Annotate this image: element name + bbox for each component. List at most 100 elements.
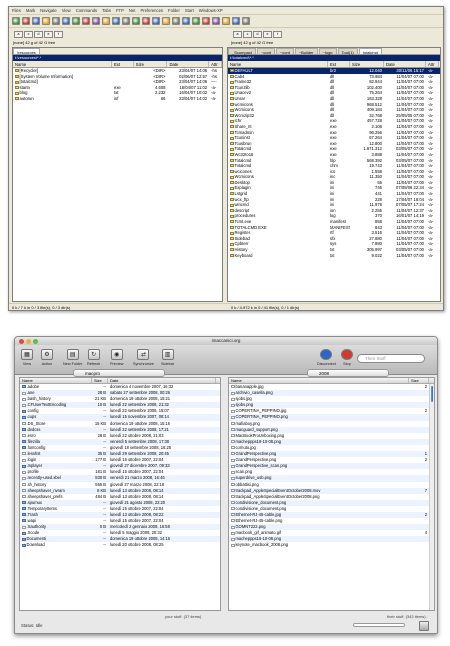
menu-item[interactable]: Mark (26, 8, 35, 13)
menu-item[interactable]: Windows-XP (199, 8, 223, 13)
toolbar-button[interactable] (222, 17, 230, 25)
column-header[interactable]: Size (134, 61, 168, 67)
column-header[interactable]: Date (384, 61, 426, 67)
menu-item[interactable]: Net (129, 8, 136, 13)
file-icon (22, 428, 26, 432)
column-header[interactable]: Size (409, 378, 429, 383)
drive-button[interactable]: d (253, 30, 262, 38)
column-header[interactable]: Name (20, 378, 92, 383)
menu-item[interactable]: FTP (116, 8, 124, 13)
file-icon (230, 248, 234, 252)
file-icon (230, 186, 234, 190)
trash-icon[interactable] (419, 621, 429, 631)
drive-button[interactable]: a (233, 30, 242, 38)
disconnect-button[interactable]: Disconnect (317, 349, 336, 366)
toolbar-button[interactable] (102, 17, 110, 25)
toolbar-button[interactable] (192, 17, 200, 25)
column-header[interactable]: Ext (112, 61, 134, 67)
file-icon (22, 397, 26, 401)
toolbar-button[interactable] (112, 17, 120, 25)
toolbar-new-folder-button[interactable]: ▤ New Folder (63, 349, 82, 366)
toolbar-button[interactable] (62, 17, 70, 25)
menu-item[interactable]: View (62, 8, 71, 13)
menu-item[interactable]: Navigate (40, 8, 57, 13)
toolbar-synchronize-button[interactable]: ⇄ Synchronize (133, 349, 154, 366)
toolbar-button[interactable] (142, 17, 150, 25)
toolbar-button[interactable] (202, 17, 210, 25)
file-row[interactable]: keynote_macbook_2008.png (229, 542, 434, 548)
toolbar-button[interactable] (82, 17, 90, 25)
column-header[interactable]: Attr (426, 61, 439, 67)
menu-item[interactable]: Tabs (102, 8, 111, 13)
drive-button[interactable]: t (273, 30, 282, 38)
toolbar-button[interactable] (92, 17, 100, 25)
file-row[interactable]: Download -- lunedì 20 ottobre 2008, 08:25 (20, 542, 220, 548)
scroll-thumb[interactable] (431, 386, 433, 402)
stop-button[interactable]: Stop (341, 349, 353, 366)
toolbar-button[interactable] (232, 17, 240, 25)
toolbar-button[interactable] (162, 17, 170, 25)
column-header[interactable]: Attr (209, 61, 222, 67)
drive-button[interactable]: c (24, 30, 33, 38)
drive-button[interactable]: a (14, 30, 23, 38)
toolbar-view-button[interactable]: ▦ View (21, 349, 33, 366)
column-header[interactable]: Date (108, 378, 216, 383)
toolbar-button[interactable] (22, 17, 30, 25)
drive-button[interactable]: d (34, 30, 43, 38)
left-panel: \resources t:\resources\*.* Name Ext Size D… (12, 47, 223, 302)
drive-button[interactable]: c (243, 30, 252, 38)
toolbar-button[interactable] (32, 17, 40, 25)
tab[interactable]: totalcmd (358, 48, 382, 55)
menu-item[interactable]: Files (12, 8, 21, 13)
menu-item[interactable]: Preferences (140, 8, 163, 13)
toolbar-button[interactable] (12, 17, 20, 25)
column-header[interactable]: Name (229, 378, 409, 383)
toolbar-refresh-button[interactable]: ↻ Refresh (87, 349, 100, 366)
drive-button[interactable]: e (44, 30, 53, 38)
drive-button[interactable]: e (263, 30, 272, 38)
tab[interactable]: Tool(1) (337, 48, 358, 55)
search-field[interactable]: Their Stuff (357, 354, 425, 363)
tab[interactable]: ~cont (275, 48, 294, 55)
column-header[interactable]: Ext (328, 61, 350, 67)
tab[interactable]: ~cont (257, 48, 275, 55)
right-location-popup[interactable]: 2008 (307, 369, 389, 377)
toolbar-button[interactable] (42, 17, 50, 25)
file-row[interactable]: autorun inf 66 23/04/07 14:02 -a- (13, 96, 222, 102)
toolbar-button[interactable] (182, 17, 190, 25)
menu-item[interactable]: Start (185, 8, 194, 13)
toolbar-preview-button[interactable]: ◉ Preview (110, 349, 124, 366)
toolbar-button[interactable] (122, 17, 130, 25)
left-location-popup[interactable]: macpro (73, 369, 165, 377)
column-header[interactable]: Size (350, 61, 384, 67)
toolbar-button[interactable] (152, 17, 160, 25)
tab[interactable]: \resources (13, 48, 40, 55)
tab[interactable]: _Scompact (228, 48, 257, 55)
toolbar-action-button[interactable]: ⚙ Action (41, 349, 53, 366)
column-header[interactable]: Size (92, 378, 108, 383)
title-bar: imaccanici.org (15, 337, 437, 345)
toolbar-button[interactable] (172, 17, 180, 25)
zoom-button[interactable] (33, 338, 38, 344)
menu-item[interactable]: Folder (168, 8, 180, 13)
column-header[interactable]: Name (228, 61, 328, 67)
drive-button[interactable]: t (54, 30, 63, 38)
file-icon (231, 403, 235, 407)
scrollbar[interactable] (429, 384, 434, 610)
minimize-button[interactable] (26, 338, 31, 344)
toolbar-button[interactable] (242, 17, 250, 25)
menu-item[interactable]: Commands (76, 8, 97, 13)
close-button[interactable] (19, 338, 24, 344)
column-header[interactable]: Date (167, 61, 210, 67)
toolbar-button[interactable] (72, 17, 80, 25)
right-pane-list: bananapple.jpg 2 archivio_casella.png sjobs… (229, 384, 434, 549)
toolbar-button[interactable] (132, 17, 140, 25)
toolbar-sidebar-button[interactable]: ▥ Sidebar (161, 349, 174, 366)
file-icon (231, 440, 235, 444)
toolbar-button[interactable] (52, 17, 60, 25)
column-header[interactable]: Name (13, 61, 112, 67)
tab[interactable]: ~logo (318, 48, 337, 55)
file-row[interactable]: Keyboard txt 9.022 11/04/07 07:00 -a- (228, 253, 440, 259)
toolbar-button[interactable] (212, 17, 220, 25)
tab[interactable]: ~Builder (294, 48, 318, 55)
